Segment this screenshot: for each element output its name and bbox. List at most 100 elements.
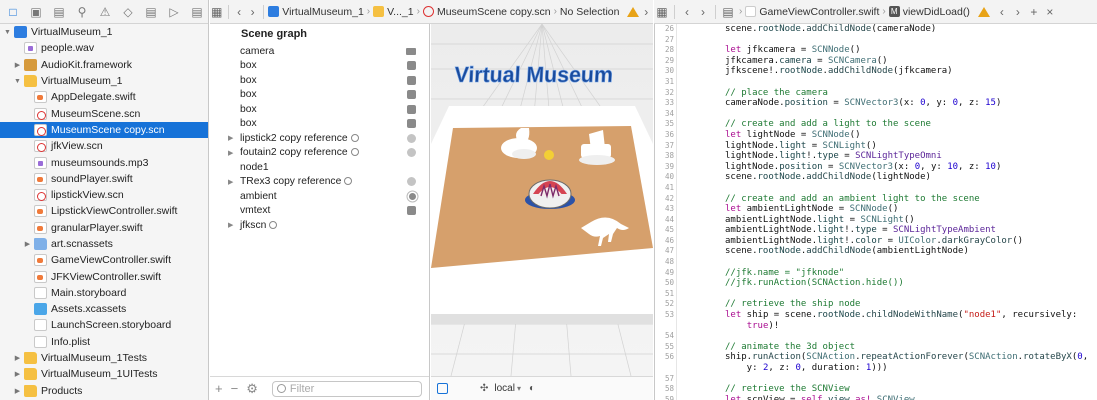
disclosure-closed-icon[interactable]: ▶ [228,178,240,186]
source-control-icon[interactable]: ▣ [29,5,43,19]
navigator-item[interactable]: ▶ VirtualMuseum_1UITests [0,366,208,382]
source-editor[interactable]: 26 scene.rootNode.addChildNode(cameraNode… [654,24,1097,400]
back-button[interactable]: ‹ [679,5,695,19]
code-line[interactable]: 33 cameraNode.position = SCNVector3(x: 0,… [655,98,1097,109]
disclosure-closed-icon[interactable]: ▶ [13,354,22,362]
remove-node-button[interactable]: − [231,381,239,396]
scene-node-row[interactable]: ▶ lipstick2 copy reference [210,131,429,146]
code-line[interactable]: 57 [655,374,1097,385]
code-line[interactable]: 55 // animate the 3d object [655,342,1097,353]
code-line[interactable]: 50 //jfk.runAction(SCNAction.hide()) [655,278,1097,289]
warning-icon[interactable]: ⚠ [98,5,112,19]
related-items-icon[interactable]: ▦ [210,5,224,19]
code-line[interactable]: 36 let lightNode = SCNNode() [655,130,1097,141]
code-line[interactable]: 46 ambientLightNode.light!.color = UIColo… [655,236,1097,247]
code-line[interactable]: 34 [655,109,1097,120]
scene-viewport[interactable]: Virtual Museum [431,24,653,400]
disclosure-open-icon[interactable]: ▼ [3,29,12,36]
scene-node-row[interactable]: ambient [210,189,429,204]
navigator-item[interactable]: LipstickViewController.swift [0,203,208,219]
breadcrumb-file[interactable]: MuseumScene copy.scn [422,6,551,18]
code-line[interactable]: true)! [655,321,1097,332]
navigator-item[interactable]: MuseumScene.scn [0,105,208,121]
folder-icon[interactable]: □ [6,5,20,19]
code-line[interactable]: 44 ambientLightNode.light = SCNLight() [655,215,1097,226]
code-line[interactable]: 51 [655,289,1097,300]
symbol-icon[interactable]: ▤ [52,5,66,19]
debug-icon[interactable]: ▤ [144,5,158,19]
back-button[interactable]: ‹ [994,5,1010,19]
back-button[interactable]: ‹ [232,5,246,19]
navigator-item[interactable]: ▶ AudioKit.framework [0,57,208,73]
add-editor-icon[interactable]: + [1026,5,1042,19]
navigator-item[interactable]: lipstickView.scn [0,187,208,203]
navigator-item[interactable]: JFKViewController.swift [0,268,208,284]
code-line[interactable]: 40 scene.rootNode.addChildNode(lightNode) [655,172,1097,183]
scene-node-row[interactable]: ▶ jfkscn [210,218,429,233]
code-line[interactable]: 53 let ship = scene.rootNode.childNodeWit… [655,310,1097,321]
scene-node-row[interactable]: box [210,88,429,103]
warning-icon[interactable] [977,6,990,17]
breadcrumb-selection[interactable]: No Selection [560,6,620,18]
add-node-button[interactable]: + [215,381,223,396]
code-line[interactable]: 37 lightNode.light = SCNLight() [655,141,1097,152]
navigator-item[interactable]: museumsounds.mp3 [0,154,208,170]
code-line[interactable]: 48 [655,257,1097,268]
navigator-item[interactable]: Info.plist [0,334,208,350]
navigator-item[interactable]: Assets.xcassets [0,301,208,317]
navigator-item[interactable]: LaunchScreen.storyboard [0,317,208,333]
code-line[interactable]: 52 // retrieve the ship node [655,299,1097,310]
breadcrumb-project[interactable]: VirtualMuseum_1 [268,6,364,18]
sidebar-toggle-icon[interactable] [437,383,448,394]
scene-node-row[interactable]: vmtext [210,204,429,219]
scene-node-row[interactable]: box [210,102,429,117]
space-selector[interactable]: local [494,383,515,394]
navigator-item[interactable]: ▶ art.scnassets [0,236,208,252]
code-line[interactable]: 42 // create and add an ambient light to … [655,194,1097,205]
disclosure-closed-icon[interactable]: ▶ [13,387,22,395]
navigator-item[interactable]: Main.storyboard [0,285,208,301]
code-line[interactable]: 43 let ambientLightNode = SCNNode() [655,204,1097,215]
close-icon[interactable]: × [1042,5,1058,19]
code-line[interactable]: 27 [655,35,1097,46]
navigator-item[interactable]: ▼ VirtualMuseum_1 [0,73,208,89]
filter-input[interactable]: Filter [271,380,422,397]
code-line[interactable]: 54 [655,331,1097,342]
navigator-item[interactable]: people.wav [0,40,208,56]
related-items-icon[interactable]: ▦ [654,5,670,19]
navigator-item[interactable]: jfkView.scn [0,138,208,154]
navigator-item[interactable]: AppDelegate.swift [0,89,208,105]
code-line[interactable]: 41 [655,183,1097,194]
test-icon[interactable]: ◇ [121,5,135,19]
disclosure-closed-icon[interactable]: ▶ [23,240,32,248]
code-line[interactable]: 38 lightNode.light!.type = SCNLightTypeOm… [655,151,1097,162]
rotate-icon[interactable]: ◐ [529,383,535,394]
folder-icon[interactable]: ▤ [720,5,736,19]
scene-node-row[interactable]: ▶ TRex3 copy reference [210,175,429,190]
code-line[interactable]: 39 lightNode.position = SCNVector3(x: 0, … [655,162,1097,173]
navigator-item[interactable]: ▼ VirtualMuseum_1 [0,24,208,40]
scene-node-row[interactable]: ▶ foutain2 copy reference [210,146,429,161]
navigator-item[interactable]: soundPlayer.swift [0,171,208,187]
disclosure-closed-icon[interactable]: ▶ [13,370,22,378]
code-line[interactable]: 47 scene.rootNode.addChildNode(ambientLig… [655,246,1097,257]
navigator-item[interactable]: MuseumScene copy.scn [0,121,208,139]
code-line[interactable]: 32 // place the camera [655,88,1097,99]
disclosure-closed-icon[interactable]: ▶ [228,134,240,142]
disclosure-closed-icon[interactable]: ▶ [228,221,240,229]
forward-button[interactable]: › [695,5,711,19]
forward-button[interactable]: › [246,5,260,19]
navigator-item[interactable]: GameViewController.swift [0,252,208,268]
code-line[interactable]: 29 jfkcamera.camera = SCNCamera() [655,56,1097,67]
code-line[interactable]: 31 [655,77,1097,88]
navigator-item[interactable]: ▶ VirtualMuseum_1Tests [0,350,208,366]
navigator-item[interactable]: granularPlayer.swift [0,220,208,236]
breadcrumb-group[interactable]: V..._1 [373,6,414,18]
navigator-item[interactable]: ▶ Products [0,383,208,399]
scene-node-row[interactable]: box [210,59,429,74]
forward-button[interactable]: › [1010,5,1026,19]
code-line[interactable]: 28 let jfkcamera = SCNNode() [655,45,1097,56]
code-line[interactable]: y: 2, z: 0, duration: 1))) [655,363,1097,374]
transform-icon[interactable]: ✣ [480,383,488,394]
code-line[interactable]: 45 ambientLightNode.light!.type = SCNLigh… [655,225,1097,236]
